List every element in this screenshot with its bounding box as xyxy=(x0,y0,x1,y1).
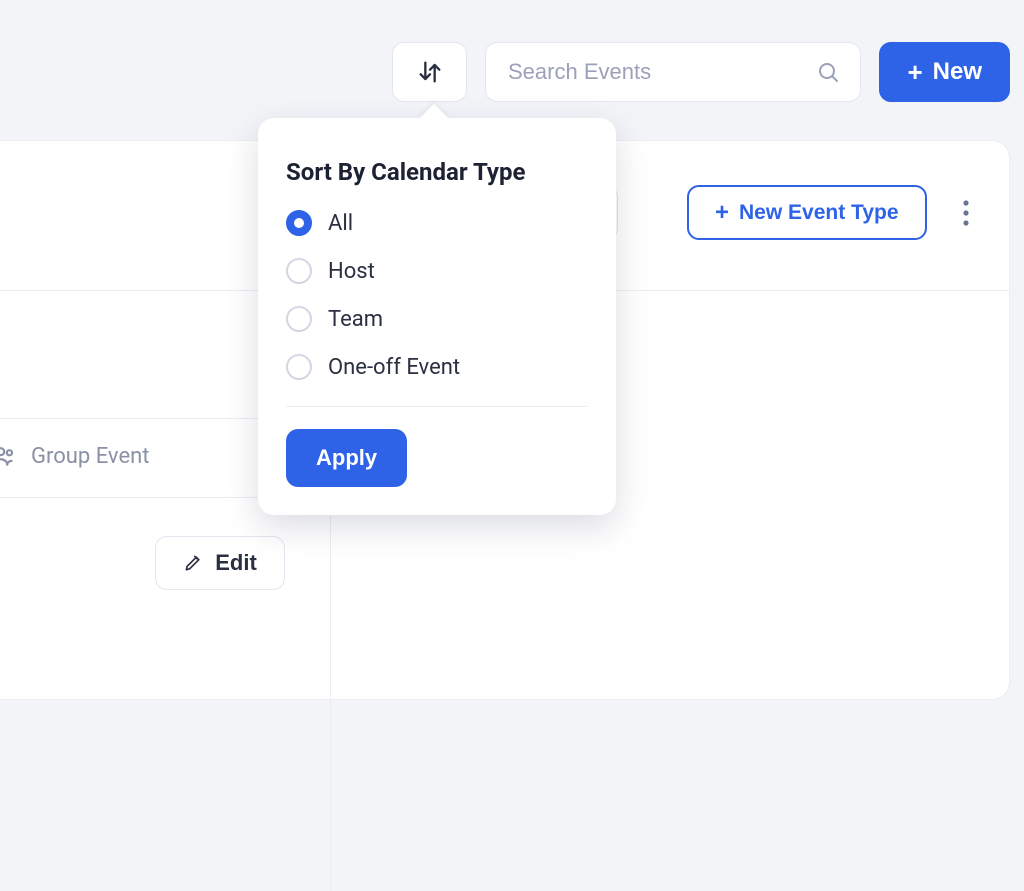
apply-button[interactable]: Apply xyxy=(286,429,407,487)
apply-button-label: Apply xyxy=(316,445,377,470)
radio-icon xyxy=(286,306,312,332)
radio-icon xyxy=(286,354,312,380)
top-bar: + New xyxy=(0,42,1024,102)
new-button-label: New xyxy=(933,58,982,86)
sort-popover-title: Sort By Calendar Type xyxy=(286,158,588,186)
radio-label: Host xyxy=(328,259,375,284)
new-event-type-label: New Event Type xyxy=(739,201,899,225)
sort-icon xyxy=(416,58,444,86)
sort-popover: Sort By Calendar Type All Host Team One-… xyxy=(258,118,616,515)
new-event-type-button[interactable]: + New Event Type xyxy=(687,185,927,240)
group-icon xyxy=(0,443,17,469)
sort-option-all[interactable]: All xyxy=(286,210,588,236)
edit-button-label: Edit xyxy=(215,550,257,576)
radio-label: One-off Event xyxy=(328,355,460,380)
radio-icon xyxy=(286,210,312,236)
search-input[interactable] xyxy=(506,58,802,86)
radio-label: Team xyxy=(328,307,383,332)
divider xyxy=(286,406,588,407)
more-menu-button[interactable] xyxy=(951,193,981,233)
radio-icon xyxy=(286,258,312,284)
search-icon xyxy=(816,60,840,84)
plus-icon: + xyxy=(907,59,922,85)
plus-icon: + xyxy=(715,201,729,225)
sort-button[interactable] xyxy=(392,42,467,102)
pencil-icon xyxy=(183,553,203,573)
sort-option-team[interactable]: Team xyxy=(286,306,588,332)
new-button[interactable]: + New xyxy=(879,42,1010,102)
search-field[interactable] xyxy=(485,42,861,102)
sort-option-host[interactable]: Host xyxy=(286,258,588,284)
sort-option-one-off[interactable]: One-off Event xyxy=(286,354,588,380)
sort-options-list: All Host Team One-off Event xyxy=(286,210,588,380)
radio-label: All xyxy=(328,211,353,236)
group-event-label: Group Event xyxy=(31,444,149,469)
edit-button[interactable]: Edit xyxy=(155,536,285,590)
more-vertical-icon xyxy=(963,200,969,226)
